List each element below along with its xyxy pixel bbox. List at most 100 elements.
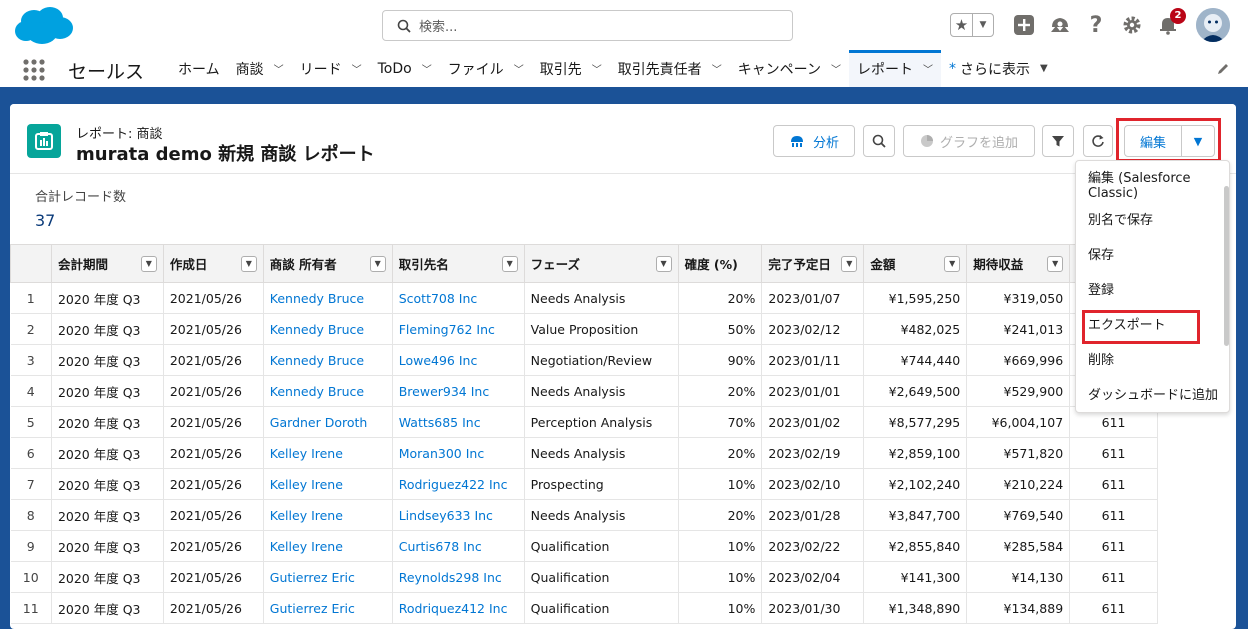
nav-tab-contacts[interactable]: 取引先責任者 ﹀ [610, 50, 730, 87]
owner-cell[interactable]: Kelley Irene [263, 530, 393, 562]
owner-cell[interactable]: Kelley Irene [263, 468, 393, 500]
column-header[interactable]: 確度 (%) [677, 244, 763, 283]
menu-item-save[interactable]: 保存 [1076, 236, 1229, 271]
favorites-star-icon[interactable]: ★ [951, 14, 973, 36]
app-launcher-icon[interactable] [22, 58, 46, 82]
menu-item-add-to-dashboard[interactable]: ダッシュボードに追加 [1076, 376, 1229, 411]
nav-tab-label: ファイル [447, 61, 504, 78]
menu-item-edit-classic[interactable]: 編集 (Salesforce Classic) [1076, 166, 1229, 201]
nav-tab-leads[interactable]: リード ﹀ [292, 50, 370, 87]
column-header[interactable]: 作成日 ▼ [162, 244, 264, 283]
account-name-cell[interactable]: Moran300 Inc [392, 437, 525, 469]
filter-button[interactable] [1042, 125, 1074, 157]
probability-cell: 50% [678, 313, 763, 345]
favorites-dropdown-icon[interactable]: ▼ [973, 20, 993, 30]
column-menu-icon[interactable]: ▼ [240, 256, 257, 272]
column-menu-icon[interactable]: ▼ [944, 256, 961, 272]
account-name-cell[interactable]: Rodriguez422 Inc [392, 468, 525, 500]
expected-revenue-cell: ¥769,540 [966, 499, 1071, 531]
close-date-cell: 2023/02/04 [761, 561, 865, 593]
account-name-cell[interactable]: Scott708 Inc [392, 282, 525, 314]
nav-tab-label: 商談 [235, 61, 264, 78]
chevron-down-icon[interactable]: ﹀ [352, 61, 362, 76]
chevron-down-icon[interactable]: ﹀ [923, 61, 933, 76]
nav-tab-todo[interactable]: ToDo ﹀ [370, 50, 440, 87]
column-header[interactable]: 金額 ▼ [863, 244, 968, 283]
fiscal-period-cell: 2020 年度 Q3 [51, 375, 164, 407]
column-header[interactable]: 完了予定日 ▼ [761, 244, 865, 283]
setup-gear-icon[interactable] [1121, 14, 1143, 36]
chevron-down-icon[interactable]: ﹀ [274, 61, 284, 76]
account-name-cell[interactable]: Lindsey633 Inc [392, 499, 525, 531]
account-name-cell[interactable]: Curtis678 Inc [392, 530, 525, 562]
column-menu-icon[interactable]: ▼ [1047, 256, 1064, 272]
account-name-cell[interactable]: Lowe496 Inc [392, 344, 525, 376]
owner-cell[interactable]: Kennedy Bruce [263, 282, 393, 314]
column-menu-icon[interactable]: ▼ [501, 256, 518, 272]
caret-down-icon[interactable]: ▼ [1040, 63, 1048, 74]
table-row: 1 2020 年度 Q3 2021/05/26 Kennedy Bruce Scott7… [10, 282, 1158, 314]
column-header[interactable]: 商談 所有者 ▼ [262, 244, 393, 283]
column-menu-icon[interactable]: ▼ [841, 256, 858, 272]
owner-cell[interactable]: Gutierrez Eric [263, 561, 393, 593]
nav-tab-accounts[interactable]: 取引先 ﹀ [532, 50, 610, 87]
nav-tab-home[interactable]: ホーム [170, 50, 228, 87]
chevron-down-icon[interactable]: ﹀ [422, 61, 432, 76]
menu-scrollbar[interactable] [1224, 186, 1229, 346]
menu-item-export[interactable]: エクスポート [1076, 306, 1229, 344]
close-date-cell: 2023/02/19 [761, 437, 865, 469]
nav-tab-campaigns[interactable]: キャンペーン ﹀ [730, 50, 849, 87]
search-report-button[interactable] [863, 125, 895, 157]
account-name-cell[interactable]: Brewer934 Inc [392, 375, 525, 407]
help-icon[interactable]: ? [1085, 13, 1107, 38]
owner-cell[interactable]: Kennedy Bruce [263, 375, 393, 407]
global-actions-icon[interactable] [1013, 14, 1035, 36]
nav-tab-more[interactable]: * さらに表示 ▼ [941, 50, 1056, 87]
created-date-cell: 2021/05/26 [163, 592, 264, 624]
fiscal-period-cell: 2020 年度 Q3 [51, 561, 164, 593]
salesforce-logo-icon[interactable] [14, 5, 74, 47]
chevron-down-icon[interactable]: ﹀ [831, 61, 841, 76]
menu-item-delete[interactable]: 削除 [1076, 341, 1229, 376]
account-name-cell[interactable]: Reynolds298 Inc [392, 561, 525, 593]
user-avatar[interactable] [1196, 8, 1230, 42]
expected-revenue-cell: ¥241,013 [966, 313, 1071, 345]
global-search-input[interactable]: 検索... [382, 10, 793, 41]
edit-nav-pencil-icon[interactable] [1216, 62, 1230, 76]
app-name: セールス [68, 61, 145, 83]
chevron-down-icon[interactable]: ﹀ [712, 61, 722, 76]
owner-cell[interactable]: Kennedy Bruce [263, 344, 393, 376]
menu-item-save-as[interactable]: 別名で保存 [1076, 201, 1229, 236]
nav-tab-files[interactable]: ファイル ﹀ [440, 50, 532, 87]
account-name-cell[interactable]: Fleming762 Inc [392, 313, 525, 345]
column-header[interactable]: 取引先名 ▼ [391, 244, 525, 283]
menu-item-subscribe[interactable]: 登録 [1076, 271, 1229, 306]
chevron-down-icon[interactable]: ﹀ [514, 61, 524, 76]
nav-tab-reports[interactable]: レポート ﹀ [849, 50, 941, 87]
column-menu-icon[interactable]: ▼ [655, 256, 672, 272]
menu-item-label: 登録 [1088, 283, 1115, 298]
account-name-cell[interactable]: Rodriquez412 Inc [392, 592, 525, 624]
column-header[interactable]: 会計期間 ▼ [50, 244, 164, 283]
account-name-cell[interactable]: Watts685 Inc [392, 406, 525, 438]
owner-cell[interactable]: Kennedy Bruce [263, 313, 393, 345]
favorites-button-group[interactable]: ★ ▼ [950, 13, 994, 37]
owner-cell[interactable]: Kelley Irene [263, 499, 393, 531]
owner-cell[interactable]: Gardner Doroth [263, 406, 393, 438]
column-header[interactable]: フェーズ ▼ [523, 244, 679, 283]
trailhead-icon[interactable] [1049, 14, 1071, 36]
column-header[interactable]: 期待収益 ▼ [966, 244, 1071, 283]
refresh-button[interactable] [1083, 125, 1113, 157]
analyze-button[interactable]: 分析 [773, 125, 855, 157]
nav-tab-opportunities[interactable]: 商談 ﹀ [228, 50, 292, 87]
notifications-bell-icon[interactable]: 2 [1157, 8, 1186, 36]
probability-cell: 10% [678, 561, 763, 593]
column-menu-icon[interactable]: ▼ [369, 256, 386, 272]
row-number: 10 [10, 561, 52, 593]
owner-cell[interactable]: Gutierrez Eric [263, 592, 393, 624]
chevron-down-icon[interactable]: ﹀ [592, 61, 602, 76]
owner-cell[interactable]: Kelley Irene [263, 437, 393, 469]
expected-revenue-cell: ¥285,584 [966, 530, 1071, 562]
add-chart-button[interactable]: グラフを追加 [903, 125, 1035, 157]
column-menu-icon[interactable]: ▼ [140, 256, 157, 272]
